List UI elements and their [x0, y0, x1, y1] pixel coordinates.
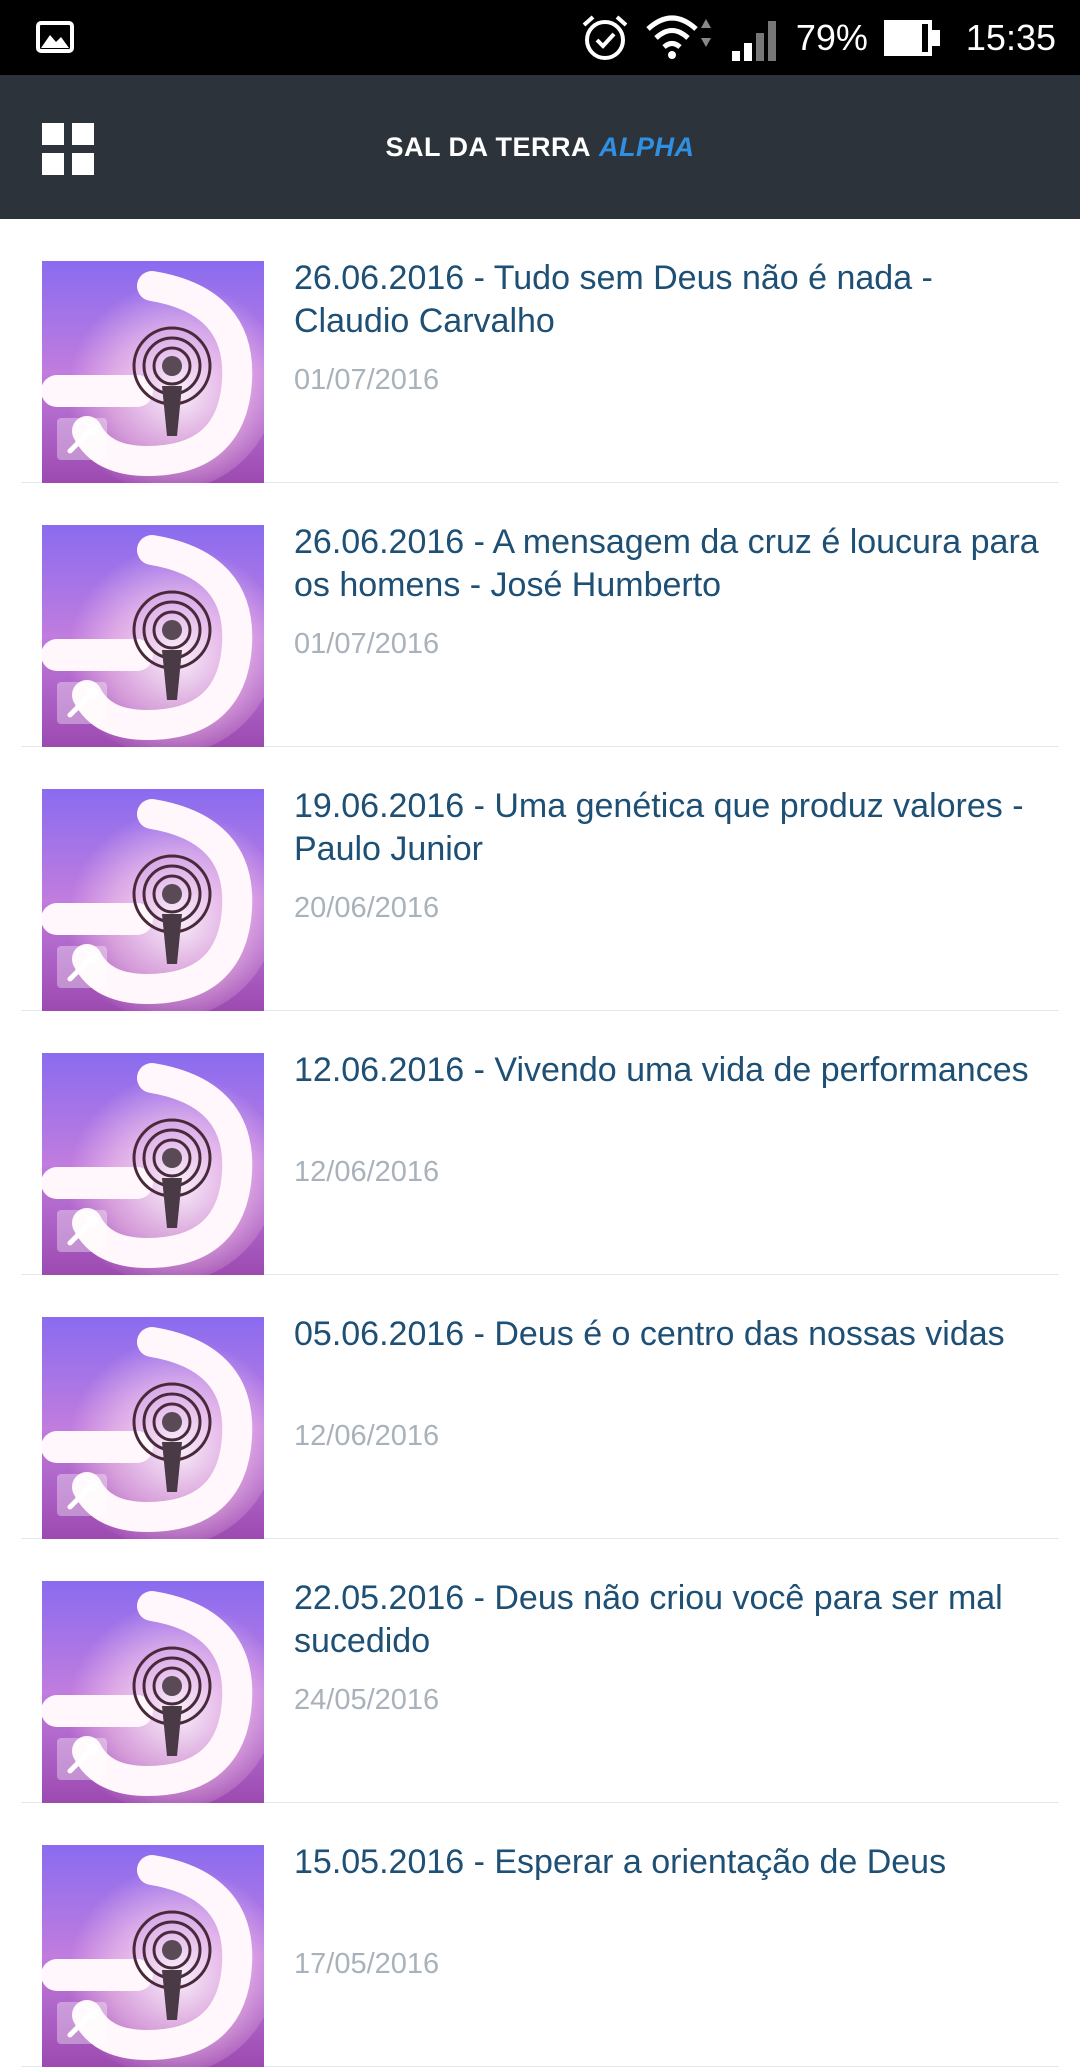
item-title: 26.06.2016 - A mensagem da cruz é loucur… — [294, 523, 1039, 604]
status-bar: 79% 15:35 — [0, 0, 1080, 75]
item-title: 05.06.2016 - Deus é o centro das nossas … — [294, 1315, 1005, 1353]
item-title: 15.05.2016 - Esperar a orientação de Deu… — [294, 1843, 947, 1881]
signal-icon — [731, 20, 776, 61]
podcast-artwork — [42, 525, 264, 747]
alarm-icon — [582, 15, 628, 60]
list-item[interactable]: 19.06.2016 - Uma genética que produz val… — [21, 747, 1059, 1011]
list-item[interactable]: 26.06.2016 - A mensagem da cruz é loucur… — [21, 483, 1059, 747]
podcast-thumbnail — [42, 1581, 264, 1803]
item-title: 19.06.2016 - Uma genética que produz val… — [294, 787, 1024, 868]
app-bar: SAL DA TERRA ALPHA — [0, 75, 1080, 219]
list-item[interactable]: 12.06.2016 - Vivendo uma vida de perform… — [21, 1011, 1059, 1275]
app-title-main: SAL DA TERRA — [385, 131, 591, 162]
list-item[interactable]: 05.06.2016 - Deus é o centro das nossas … — [21, 1275, 1059, 1539]
podcast-thumbnail — [42, 1053, 264, 1275]
item-date: 12/06/2016 — [294, 1156, 440, 1188]
podcast-thumbnail — [42, 261, 264, 483]
podcast-artwork — [42, 1053, 264, 1275]
podcast-thumbnail — [42, 789, 264, 1011]
item-date: 24/05/2016 — [294, 1684, 440, 1716]
item-date: 17/05/2016 — [294, 1948, 440, 1980]
item-date: 01/07/2016 — [294, 628, 440, 660]
wifi-icon — [646, 15, 711, 59]
battery-icon — [883, 19, 940, 56]
list-item[interactable]: 15.05.2016 - Esperar a orientação de Deu… — [21, 1803, 1059, 2067]
podcast-artwork — [42, 1317, 264, 1539]
clock: 15:35 — [965, 16, 1056, 58]
podcast-thumbnail — [42, 1845, 264, 2067]
podcast-artwork — [42, 1845, 264, 2067]
podcast-artwork — [42, 1581, 264, 1803]
podcast-artwork — [42, 789, 264, 1011]
list-item[interactable]: 26.06.2016 - Tudo sem Deus não é nada - … — [21, 219, 1059, 483]
item-title: 22.05.2016 - Deus não criou você para se… — [294, 1579, 1003, 1660]
item-date: 01/07/2016 — [294, 364, 440, 396]
item-date: 12/06/2016 — [294, 1420, 440, 1452]
podcast-thumbnail — [42, 525, 264, 747]
item-title: 12.06.2016 - Vivendo uma vida de perform… — [294, 1051, 1029, 1089]
item-date: 20/06/2016 — [294, 892, 440, 924]
podcast-thumbnail — [42, 1317, 264, 1539]
podcast-list: 26.06.2016 - Tudo sem Deus não é nada - … — [0, 219, 1080, 2067]
battery-percentage: 79% — [795, 16, 868, 58]
app-title-accent: ALPHA — [599, 131, 695, 162]
gallery-icon — [36, 21, 74, 53]
app-title: SAL DA TERRA ALPHA — [0, 75, 1080, 219]
podcast-artwork — [42, 261, 264, 483]
list-item[interactable]: 22.05.2016 - Deus não criou você para se… — [21, 1539, 1059, 1803]
item-title: 26.06.2016 - Tudo sem Deus não é nada - … — [294, 259, 933, 340]
